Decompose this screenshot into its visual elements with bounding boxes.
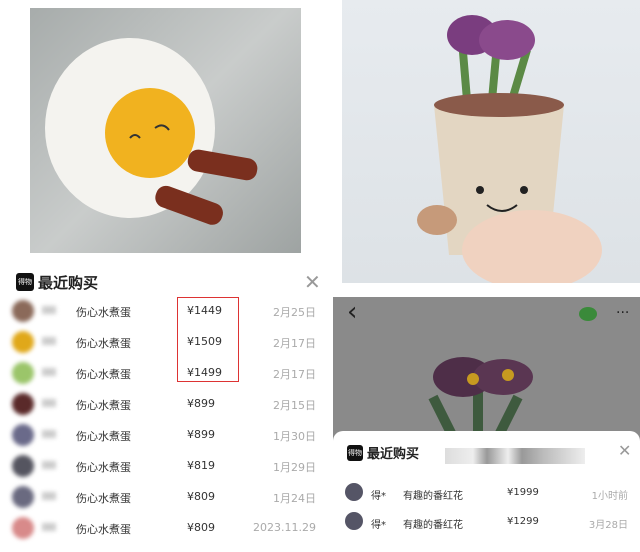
product-name: 伤心水煮蛋 (76, 337, 131, 350)
price: ¥819 (187, 459, 215, 472)
purchase-row: 伤心水煮蛋 ¥1449 2月25日 (0, 295, 330, 326)
buyer-name-blurred (42, 430, 56, 438)
price: ¥899 (187, 428, 215, 441)
buyer-avatar (12, 424, 34, 446)
buyer-avatar (345, 512, 363, 530)
buyer-name: 得* (371, 520, 386, 531)
purchase-row: 伤心水煮蛋 ¥1509 2月17日 (0, 326, 330, 357)
buyer-avatar (12, 362, 34, 384)
buyer-avatar (345, 483, 363, 501)
purchase-row: 伤心水煮蛋 ¥899 1月30日 (0, 419, 330, 450)
product-name: 伤心水煮蛋 (76, 523, 131, 536)
crocus-product-screen: ‹ ··· 得物 最近购买 ✕ 得* 有趣的番红花 ¥1999 1小时前 得* … (333, 297, 640, 552)
close-icon[interactable]: ✕ (304, 270, 321, 294)
buyer-avatar (12, 486, 34, 508)
purchase-row: 伤心水煮蛋 ¥819 1月29日 (0, 450, 330, 481)
buyer-name-blurred (42, 337, 56, 345)
dewu-logo: 得物 (347, 445, 363, 461)
purchase-date: 1月30日 (273, 430, 316, 443)
recent-purchases-sheet: 得物 最近购买 ✕ 得* 有趣的番红花 ¥1999 1小时前 得* 有趣的番红花… (333, 431, 640, 552)
price: ¥809 (187, 490, 215, 503)
purchase-date: 2023.11.29 (253, 521, 316, 534)
purchase-row: 得* 有趣的番红花 ¥1299 3月28日 (333, 510, 640, 538)
purchase-date: 2月25日 (273, 306, 316, 319)
buyer-avatar (12, 331, 34, 353)
crocus-image (428, 357, 533, 437)
purchase-row: 伤心水煮蛋 ¥809 2023.11.29 (0, 512, 330, 543)
sheet-title: 最近购买 (367, 447, 420, 462)
purchase-date: 3月28日 (588, 520, 628, 531)
price: ¥809 (187, 521, 215, 534)
price: ¥1999 (507, 487, 539, 498)
blurred-banner (445, 448, 585, 464)
product-name: 有趣的番红花 (403, 491, 463, 502)
purchase-row: 伤心水煮蛋 ¥809 1月24日 (0, 481, 330, 512)
purchase-date: 2月17日 (273, 368, 316, 381)
price: ¥1299 (507, 516, 539, 527)
dewu-logo: 得物 (16, 273, 34, 291)
purchase-date: 2月17日 (273, 337, 316, 350)
buyer-name-blurred (42, 523, 56, 531)
egg-plush-photo (30, 8, 301, 253)
product-name: 伤心水煮蛋 (76, 492, 131, 505)
recent-purchases-panel-egg: 得物 最近购买 ✕ 伤心水煮蛋 ¥1449 2月25日 伤心水煮蛋 ¥1509 … (0, 262, 330, 552)
buyer-name: 得* (371, 491, 386, 502)
product-name: 伤心水煮蛋 (76, 461, 131, 474)
buyer-name-blurred (42, 492, 56, 500)
buyer-avatar (12, 455, 34, 477)
price-highlight-box (177, 297, 239, 382)
buyer-avatar (12, 300, 34, 322)
purchase-row: 伤心水煮蛋 ¥1499 2月17日 (0, 357, 330, 388)
product-name: 伤心水煮蛋 (76, 368, 131, 381)
purchase-row: 得* 有趣的番红花 ¥1999 1小时前 (333, 481, 640, 509)
buyer-name-blurred (42, 461, 56, 469)
product-name: 伤心水煮蛋 (76, 306, 131, 319)
purchase-row: 伤心水煮蛋 ¥899 2月15日 (0, 388, 330, 419)
buyer-name-blurred (42, 368, 56, 376)
price: ¥899 (187, 397, 215, 410)
product-name: 有趣的番红花 (403, 520, 463, 531)
product-name: 伤心水煮蛋 (76, 430, 131, 443)
product-name: 伤心水煮蛋 (76, 399, 131, 412)
buyer-name-blurred (42, 399, 56, 407)
buyer-name-blurred (42, 306, 56, 314)
purchase-date: 1月24日 (273, 492, 316, 505)
egg-plush-illustration (45, 38, 258, 225)
panel-title: 最近购买 (38, 274, 99, 292)
close-icon[interactable]: ✕ (618, 441, 631, 460)
flower-pot-plush-photo (342, 0, 640, 283)
purchase-date: 1月29日 (273, 461, 316, 474)
purchase-date: 2月15日 (273, 399, 316, 412)
buyer-avatar (12, 517, 34, 539)
purchase-date: 1小时前 (591, 491, 628, 502)
flower-pot-illustration (417, 15, 602, 283)
buyer-avatar (12, 393, 34, 415)
